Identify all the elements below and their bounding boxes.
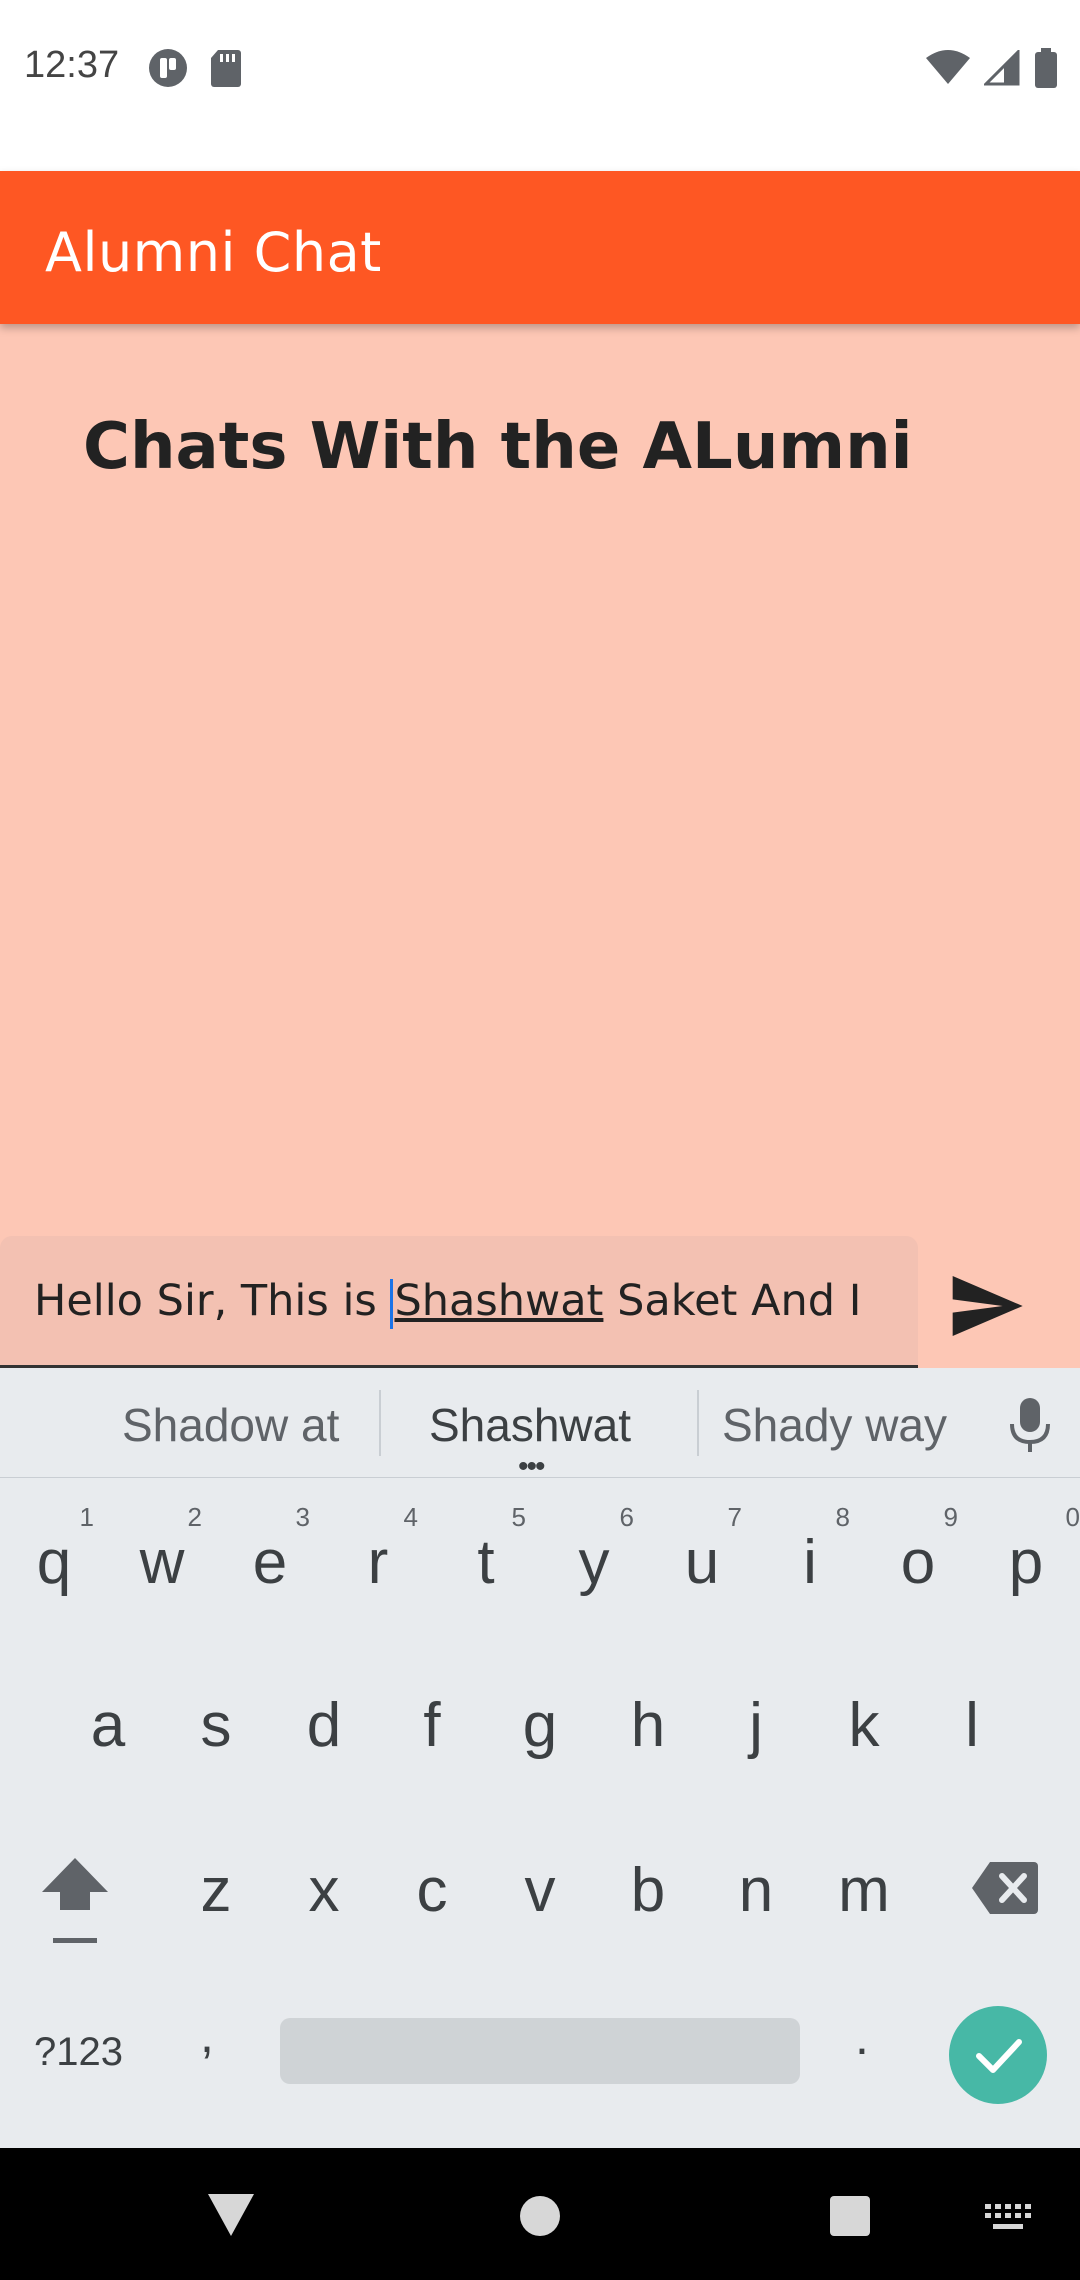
suggestion-center[interactable]: Shashwat <box>429 1398 631 1452</box>
signal-icon <box>982 48 1020 91</box>
notification-app-icon <box>148 48 188 93</box>
comma-key[interactable]: , <box>200 2006 214 2064</box>
home-icon[interactable] <box>520 2196 560 2236</box>
backspace-icon <box>972 1862 1038 1914</box>
message-text-after: Saket And I <box>603 1276 862 1326</box>
key-o[interactable]: o9 <box>864 1502 972 1618</box>
suggestion-left[interactable]: Shadow at <box>122 1398 339 1452</box>
send-button[interactable] <box>946 1266 1026 1346</box>
backspace-key[interactable] <box>970 1860 1040 1920</box>
suggestion-right[interactable]: Shady way <box>722 1398 947 1452</box>
suggestion-bar: Shadow at Shashwat ••• Shady way <box>0 1368 1080 1483</box>
key-r[interactable]: r4 <box>324 1502 432 1618</box>
message-input[interactable]: Hello Sir, This is Shashwat Saket And I <box>0 1236 918 1368</box>
message-composer: Hello Sir, This is Shashwat Saket And I <box>0 1236 1080 1368</box>
shift-key[interactable] <box>40 1854 110 1944</box>
key-s[interactable]: s <box>162 1671 270 1781</box>
shift-icon <box>42 1858 108 1943</box>
key-g[interactable]: g <box>486 1671 594 1781</box>
key-i[interactable]: i8 <box>756 1502 864 1618</box>
checkmark-icon <box>976 2039 1022 2073</box>
key-t[interactable]: t5 <box>432 1502 540 1618</box>
key-c[interactable]: c <box>378 1836 486 1946</box>
message-text-before: Hello Sir, This is <box>34 1276 391 1326</box>
recents-icon[interactable] <box>830 2196 870 2236</box>
key-j[interactable]: j <box>702 1671 810 1781</box>
battery-icon <box>1034 48 1058 93</box>
enter-key[interactable] <box>949 2006 1047 2104</box>
message-text: Hello Sir, This is Shashwat Saket And I <box>34 1276 861 1329</box>
key-e[interactable]: e3 <box>216 1502 324 1618</box>
key-b[interactable]: b <box>594 1836 702 1946</box>
status-bar: 12:37 <box>0 0 1080 171</box>
key-h[interactable]: h <box>594 1671 702 1781</box>
keyboard-switch-icon[interactable] <box>985 2204 1031 2239</box>
message-text-composing: Shashwat <box>394 1276 604 1326</box>
sd-card-icon <box>210 48 242 93</box>
key-f[interactable]: f <box>378 1671 486 1781</box>
key-n[interactable]: n <box>702 1836 810 1946</box>
key-v[interactable]: v <box>486 1836 594 1946</box>
key-z[interactable]: z <box>162 1836 270 1946</box>
space-key[interactable] <box>280 2018 800 2084</box>
suggestion-divider <box>697 1390 699 1456</box>
send-icon <box>952 1276 1023 1336</box>
key-q[interactable]: q1 <box>0 1502 108 1618</box>
key-x[interactable]: x <box>270 1836 378 1946</box>
key-y[interactable]: y6 <box>540 1502 648 1618</box>
key-k[interactable]: k <box>810 1671 918 1781</box>
status-left-icons <box>148 48 242 93</box>
key-p[interactable]: p0 <box>972 1502 1080 1618</box>
page-heading: Chats With the ALumni <box>83 410 913 484</box>
suggestion-divider <box>379 1390 381 1456</box>
key-w[interactable]: w2 <box>108 1502 216 1618</box>
key-d[interactable]: d <box>270 1671 378 1781</box>
key-u[interactable]: u7 <box>648 1502 756 1618</box>
key-l[interactable]: l <box>918 1671 1026 1781</box>
navigation-bar <box>0 2148 1080 2280</box>
status-right-icons <box>926 48 1058 93</box>
status-time: 12:37 <box>24 44 120 86</box>
wifi-icon <box>926 50 970 91</box>
key-m[interactable]: m <box>810 1836 918 1946</box>
key-a[interactable]: a <box>54 1671 162 1781</box>
symbols-key[interactable]: ?123 <box>34 2030 123 2075</box>
microphone-icon[interactable] <box>1005 1396 1055 1461</box>
app-title: Alumni Chat <box>45 221 382 284</box>
app-bar: Alumni Chat <box>0 171 1080 324</box>
keyboard: Shadow at Shashwat ••• Shady way q1 w2 e… <box>0 1368 1080 2148</box>
period-key[interactable]: . <box>855 2008 869 2066</box>
back-icon[interactable] <box>206 2192 256 2243</box>
more-suggestions-dots: ••• <box>518 1450 545 1483</box>
